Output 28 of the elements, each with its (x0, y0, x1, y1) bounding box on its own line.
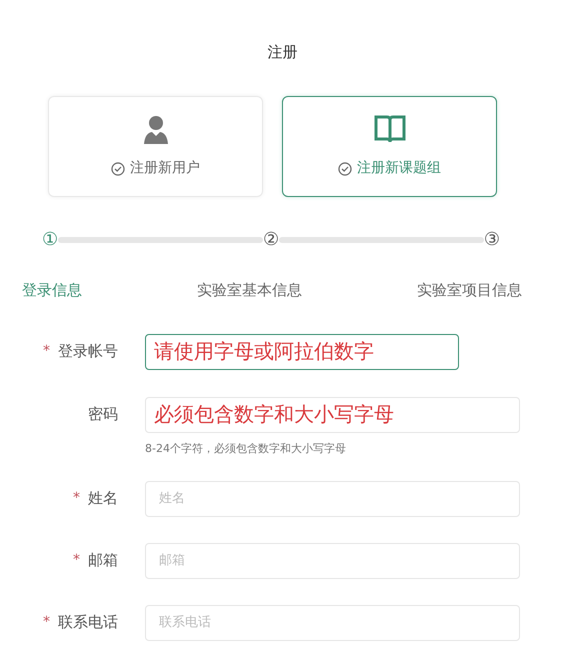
registration-option-card[interactable]: 注册新用户 (48, 96, 263, 197)
step-number: ③ (484, 229, 500, 251)
check-circle-icon (338, 162, 352, 176)
book-icon (372, 114, 406, 144)
required-asterisk: * (43, 613, 50, 632)
required-asterisk: * (73, 489, 80, 508)
step-label: 登录信息 (22, 280, 82, 301)
text-field[interactable]: 联系电话 (145, 604, 520, 640)
step-number: ① (42, 229, 58, 251)
required-asterisk: * (43, 342, 50, 361)
text-field[interactable]: 邮箱 (145, 542, 520, 578)
text-field[interactable]: 姓名 (145, 480, 520, 516)
field-label: 姓名 (88, 488, 118, 510)
text-field[interactable]: 请使用字母或阿拉伯数字 (145, 334, 459, 370)
check-circle-icon (111, 162, 125, 176)
hint-text: 8-24个字符，必须包含数字和大小写字母 (145, 442, 346, 454)
page-title: 注册 (268, 43, 298, 61)
registration-option-card[interactable]: 注册新课题组 (282, 96, 497, 197)
step-number: ② (262, 229, 280, 251)
field-label: 邮箱 (88, 550, 118, 572)
step-label: 实验室基本信息 (197, 280, 302, 301)
step-label: 实验室项目信息 (417, 280, 522, 301)
field-label: 登录帐号 (58, 341, 118, 362)
required-asterisk: * (73, 551, 80, 570)
text-field[interactable]: 必须包含数字和大小写字母 (145, 396, 520, 432)
field-label: 联系电话 (58, 612, 118, 634)
field-label: 密码 (88, 404, 118, 426)
user-icon (142, 114, 170, 144)
